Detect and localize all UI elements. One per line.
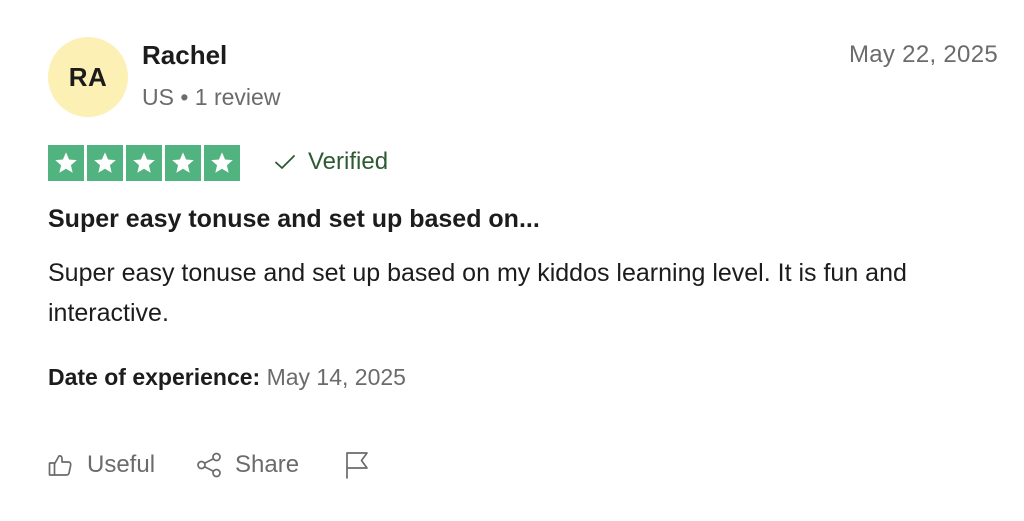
star-icon (48, 145, 84, 181)
date-of-experience: Date of experience: May 14, 2025 (48, 364, 406, 391)
report-button[interactable] (343, 450, 371, 480)
reviewer-name[interactable]: Rachel (142, 40, 227, 71)
avatar-initials: RA (68, 61, 108, 92)
review-date: May 22, 2025 (848, 41, 998, 68)
review-actions: Useful Share (47, 450, 371, 480)
star-rating (48, 145, 240, 181)
verified-badge[interactable]: Verified (274, 148, 388, 176)
share-label: Share (235, 451, 300, 478)
flag-icon (343, 450, 371, 480)
experience-label: Date of experience: (48, 364, 261, 390)
review-title[interactable]: Super easy tonuse and set up based on... (48, 205, 540, 234)
star-icon (126, 145, 162, 181)
experience-date: May 14, 2025 (266, 364, 406, 390)
share-button[interactable]: Share (195, 451, 299, 479)
useful-label: Useful (87, 451, 156, 478)
reviewer-meta: US • 1 review (142, 84, 281, 110)
verified-label: Verified (308, 148, 389, 175)
review-card: RA Rachel US • 1 review May 22, 2025 Ver… (0, 0, 1024, 521)
star-icon (87, 145, 123, 181)
avatar[interactable]: RA (48, 37, 128, 117)
checkmark-icon (274, 154, 296, 170)
share-icon (195, 451, 223, 479)
review-body: Super easy tonuse and set up based on my… (48, 259, 907, 327)
star-icon (204, 145, 240, 181)
star-icon (165, 145, 201, 181)
thumbs-up-icon (47, 451, 75, 479)
useful-button[interactable]: Useful (47, 451, 155, 479)
